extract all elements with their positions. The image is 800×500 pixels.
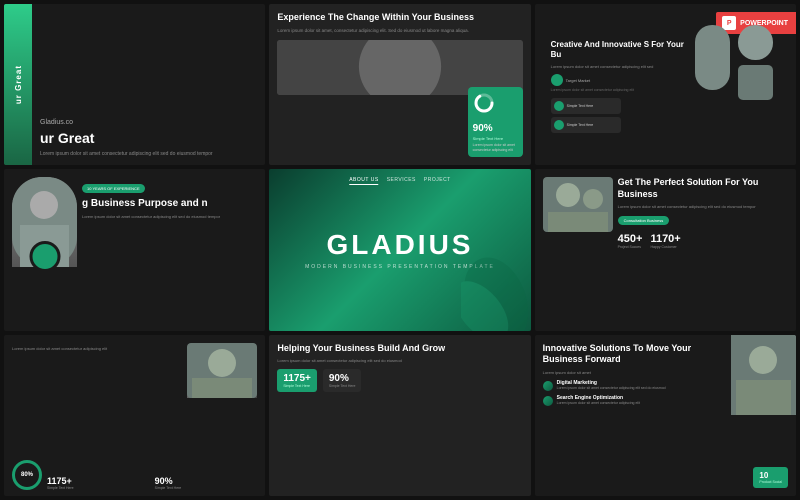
stat-mini-1: 1175+ Simple Text Here: [47, 476, 150, 490]
card-label: Simple Text Here: [473, 136, 518, 141]
leaf-decoration: [461, 241, 531, 331]
badge-num: 10: [759, 471, 782, 480]
gladius-title: GLADIUS: [326, 229, 473, 261]
slide-4-photo: [12, 177, 77, 267]
slide-1-main-text: ur Great: [40, 130, 259, 147]
slide-8-desc: Lorem ipsum dolor sit amet consectetur a…: [277, 358, 522, 364]
stat-customers: 1170+ Happy Customer: [650, 233, 680, 249]
stat-customers-lbl: Happy Customer: [650, 245, 680, 249]
consultation-button[interactable]: Consultation Business: [618, 216, 670, 225]
slide-5-gladius[interactable]: ABOUT US SERVICES PROJECT GLADIUS MODERN…: [269, 169, 530, 330]
slide-2-body: Lorem ipsum dolor sit amet, consectetur …: [277, 28, 522, 34]
nav-services[interactable]: SERVICES: [387, 177, 416, 185]
seo-desc: Lorem ipsum dolor sit amet consectetur a…: [557, 401, 640, 406]
slide-6-photo: [543, 177, 613, 232]
seo-content: Search Engine Optimization Lorem ipsum d…: [557, 395, 640, 406]
badge-lbl: Product Social: [759, 480, 782, 484]
stat-customers-num: 1170+: [650, 233, 680, 245]
slide-2-card: 90% Simple Text Here Lorem ipsum dolor s…: [468, 87, 523, 157]
slide-7[interactable]: Lorem ipsum dolor sit amet consectetur a…: [4, 335, 265, 496]
slides-grid: ur Great Gladius.co ur Great Lorem ipsum…: [0, 0, 800, 500]
stat2-text: Simple Text Here: [567, 123, 594, 127]
digital-marketing-content: Digital Marketing Lorem ipsum dolor sit …: [557, 380, 666, 391]
target-icon: [551, 74, 563, 86]
slide-1[interactable]: ur Great Gladius.co ur Great Lorem ipsum…: [4, 4, 265, 165]
digital-marketing-icon: [543, 381, 553, 391]
stat-projects-num: 450+: [618, 233, 643, 245]
stat-projects-lbl: Project Succes: [618, 245, 643, 249]
stat-mini-2-num: 90%: [155, 476, 258, 486]
slide-9-desc: Lorem ipsum dolor sit amet: [543, 370, 693, 376]
slide-9-badge: 10 Product Social: [753, 467, 788, 488]
stat-projects: 450+ Project Succes: [618, 233, 643, 249]
digital-marketing-desc: Lorem ipsum dolor sit amet consectetur a…: [557, 386, 666, 391]
stat-box-2: 90% Simple Text Here: [323, 369, 362, 392]
slide-3-stat1: Simple Text Here: [551, 98, 621, 114]
slide-3-title: Creative And Innovative S For Your Bu: [551, 40, 685, 61]
stat-mini-1-lbl: Simple Text Here: [47, 486, 150, 490]
slide-4-title: g Business Purpose and n: [82, 197, 257, 210]
slide-9-photo: [731, 335, 796, 415]
stat-box-1-num: 1175+: [283, 373, 311, 384]
slide-2-title: Experience The Change Within Your Busine…: [277, 12, 522, 24]
slide-8[interactable]: Helping Your Business Build And Grow Lor…: [269, 335, 530, 496]
stat1-icon: [554, 101, 564, 111]
slide-4-desc: Lorem ipsum dolor sit amet consectetur a…: [82, 214, 257, 220]
slide-6-desc: Lorem ipsum dolor sit amet consectetur a…: [618, 204, 788, 210]
slide-6-stats: 450+ Project Succes 1170+ Happy Customer: [618, 233, 788, 249]
stat-box-2-num: 90%: [329, 373, 356, 384]
slide-3-stat2: Simple Text Here: [551, 117, 621, 133]
target-label: Target Market: [566, 78, 590, 83]
slide-6-title: Get The Perfect Solution For You Busines…: [618, 177, 788, 200]
slide-3-desc: Lorem ipsum dolor sit amet consectetur a…: [551, 64, 685, 70]
stat2-icon: [554, 120, 564, 130]
stat-mini-2-lbl: Simple Text Here: [155, 486, 258, 490]
slide-1-desc: Lorem ipsum dolor sit amet consectetur a…: [40, 151, 259, 158]
seo-icon: [543, 396, 553, 406]
slide-4[interactable]: 10 YEARS OF EXPERIENCE g Business Purpos…: [4, 169, 265, 330]
slide-3-stat-text: Lorem ipsum dolor sit amet consectetur a…: [551, 88, 685, 93]
card-desc: Lorem ipsum dolor sit amet consectetur a…: [473, 143, 518, 152]
slide-9[interactable]: Innovative Solutions To Move Your Busine…: [535, 335, 796, 496]
slide-8-stats: 1175+ Simple Text Here 90% Simple Text H…: [277, 369, 522, 392]
stat-box-2-lbl: Simple Text Here: [329, 384, 356, 388]
nav-about[interactable]: ABOUT US: [349, 177, 378, 185]
slide-9-title: Innovative Solutions To Move Your Busine…: [543, 343, 693, 366]
slide-9-item-2: Search Engine Optimization Lorem ipsum d…: [543, 395, 693, 406]
slide-3[interactable]: P POWERPOINT Creative And Innovative S F…: [535, 4, 796, 165]
stat-mini-2: 90% Simple Text Here: [155, 476, 258, 490]
stat-box-1-lbl: Simple Text Here: [283, 384, 311, 388]
slide-7-stats: 80% 1175+ Simple Text Here 90% Simple Te…: [12, 460, 257, 490]
side-accent-bar: ur Great: [4, 4, 32, 165]
slide-7-photo: [187, 343, 257, 398]
donut-chart: [473, 92, 495, 114]
stat-mini-1-num: 1175+: [47, 476, 150, 486]
slide-1-side-text: ur Great: [14, 65, 23, 104]
slide-5-nav: ABOUT US SERVICES PROJECT: [349, 177, 451, 185]
card-percent: 90%: [473, 123, 518, 134]
stat1-text: Simple Text Here: [567, 104, 594, 108]
slide-1-logo: Gladius.co: [40, 119, 259, 126]
nav-project[interactable]: PROJECT: [424, 177, 451, 185]
stat-box-1: 1175+ Simple Text Here: [277, 369, 317, 392]
slide-4-tag: 10 YEARS OF EXPERIENCE: [82, 184, 145, 193]
slide-2[interactable]: Experience The Change Within Your Busine…: [269, 4, 530, 165]
slide-6[interactable]: Get The Perfect Solution For You Busines…: [535, 169, 796, 330]
slide-3-photos: [690, 20, 780, 140]
slide-8-title: Helping Your Business Build And Grow: [277, 343, 522, 355]
slide-9-item-1: Digital Marketing Lorem ipsum dolor sit …: [543, 380, 693, 391]
circle-stat: 80%: [12, 460, 42, 490]
